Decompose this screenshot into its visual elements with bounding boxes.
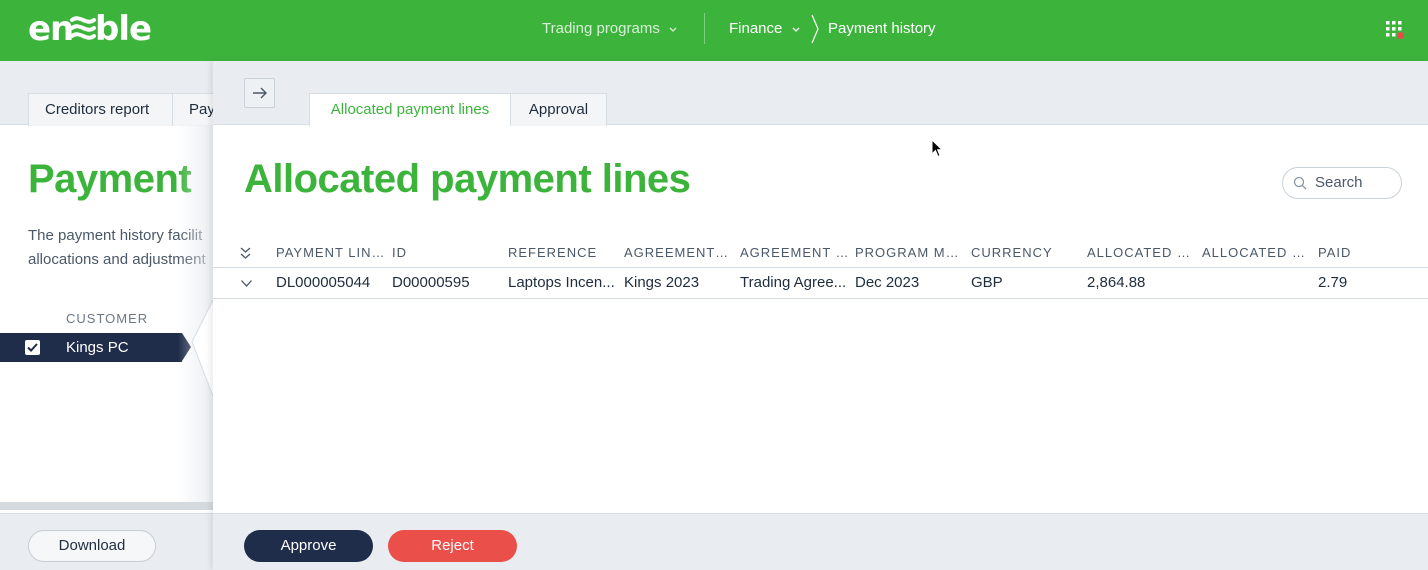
chevron-down-icon — [669, 27, 677, 32]
search-placeholder: Search — [1315, 174, 1363, 191]
cell-currency: GBP — [971, 274, 1003, 291]
search-icon — [1293, 176, 1307, 190]
background-page-title: Payment — [28, 157, 192, 201]
column-header-payment-line[interactable]: PAYMENT LINE... — [276, 241, 388, 265]
cell-agreement-type: Trading Agree... — [740, 274, 847, 291]
tab-allocated-payment-lines[interactable]: Allocated payment lines — [309, 93, 511, 126]
cell-allocated-value-1: 2,864.88 — [1087, 274, 1146, 291]
download-button[interactable]: Download — [28, 530, 156, 562]
apps-grid-icon[interactable] — [1385, 20, 1405, 40]
allocated-lines-drawer: Allocated payment lines Approval Allocat… — [213, 61, 1428, 570]
customer-row-selected[interactable]: Kings PC — [0, 333, 182, 362]
cell-program-month: Dec 2023 — [855, 274, 920, 291]
column-header-allocated-value-1[interactable]: ALLOCATED V... — [1087, 241, 1195, 265]
column-header-agreement-type[interactable]: AGREEMENT T... — [740, 241, 850, 265]
search-input[interactable]: Search — [1282, 167, 1402, 199]
reject-button[interactable]: Reject — [388, 530, 517, 562]
chevron-down-icon[interactable] — [240, 279, 253, 288]
column-header-currency[interactable]: CURRENCY — [971, 241, 1083, 265]
tab-payment-history[interactable]: Pay — [172, 93, 213, 126]
customer-name: Kings PC — [66, 339, 129, 356]
drawer-tab-bar: Allocated payment lines Approval — [213, 61, 1428, 126]
page-title: Allocated payment lines — [244, 157, 691, 201]
nav-divider — [704, 13, 705, 44]
nav-trading-programs[interactable]: Trading programs — [542, 0, 678, 61]
cell-agreement-ref: Kings 2023 — [624, 274, 700, 291]
column-header-agreement-ref[interactable]: AGREEMENT R... — [624, 241, 732, 265]
breadcrumb-current-label: Payment history — [828, 20, 936, 37]
column-header-allocated-value-2[interactable]: ALLOCATED V... — [1202, 241, 1310, 265]
tab-creditors-report[interactable]: Creditors report — [28, 93, 173, 126]
row-checkbox[interactable] — [25, 340, 40, 355]
drawer-notch — [191, 300, 214, 396]
background-footer: Download — [0, 513, 213, 570]
drawer-footer: Approve Reject — [213, 513, 1428, 570]
top-bar: enable en ble Trading programs Finance P… — [0, 0, 1428, 61]
expand-all-icon[interactable] — [239, 246, 252, 260]
column-header-paid[interactable]: PAID — [1318, 241, 1418, 265]
cell-payment-line: DL000005044 — [276, 274, 371, 291]
chevron-down-icon — [792, 27, 800, 32]
breadcrumb-separator-icon — [811, 14, 819, 44]
horizontal-scrollbar[interactable] — [0, 502, 213, 510]
nav-finance-label: Finance — [729, 20, 783, 37]
table-header: PAYMENT LINE... ID REFERENCE AGREEMENT R… — [213, 241, 1428, 268]
column-header-reference[interactable]: REFERENCE — [508, 241, 620, 265]
cell-reference: Laptops Incen... — [508, 274, 615, 291]
customer-column-header: CUSTOMER — [66, 311, 149, 326]
background-tab-strip: Creditors report Pay — [0, 61, 213, 126]
breadcrumb-current: Payment history — [828, 0, 936, 61]
notification-dot-icon — [1397, 32, 1404, 39]
cell-paid: 2.79 — [1318, 274, 1348, 291]
table-row[interactable]: DL000005044 D00000595 Laptops Incen... K… — [213, 268, 1428, 299]
arrow-right-icon — [253, 87, 267, 99]
nav-trading-label: Trading programs — [542, 20, 660, 37]
enable-logo[interactable]: enable en ble — [28, 8, 178, 49]
mouse-cursor-icon — [931, 139, 943, 158]
tab-approval[interactable]: Approval — [510, 93, 607, 126]
column-header-id[interactable]: ID — [392, 241, 504, 265]
approve-button[interactable]: Approve — [244, 530, 373, 562]
cell-id: D00000595 — [392, 274, 470, 291]
column-header-program-month[interactable]: PROGRAM MO... — [855, 241, 965, 265]
checkmark-icon — [27, 343, 38, 352]
nav-finance[interactable]: Finance — [729, 0, 801, 61]
close-drawer-button[interactable] — [244, 78, 275, 108]
